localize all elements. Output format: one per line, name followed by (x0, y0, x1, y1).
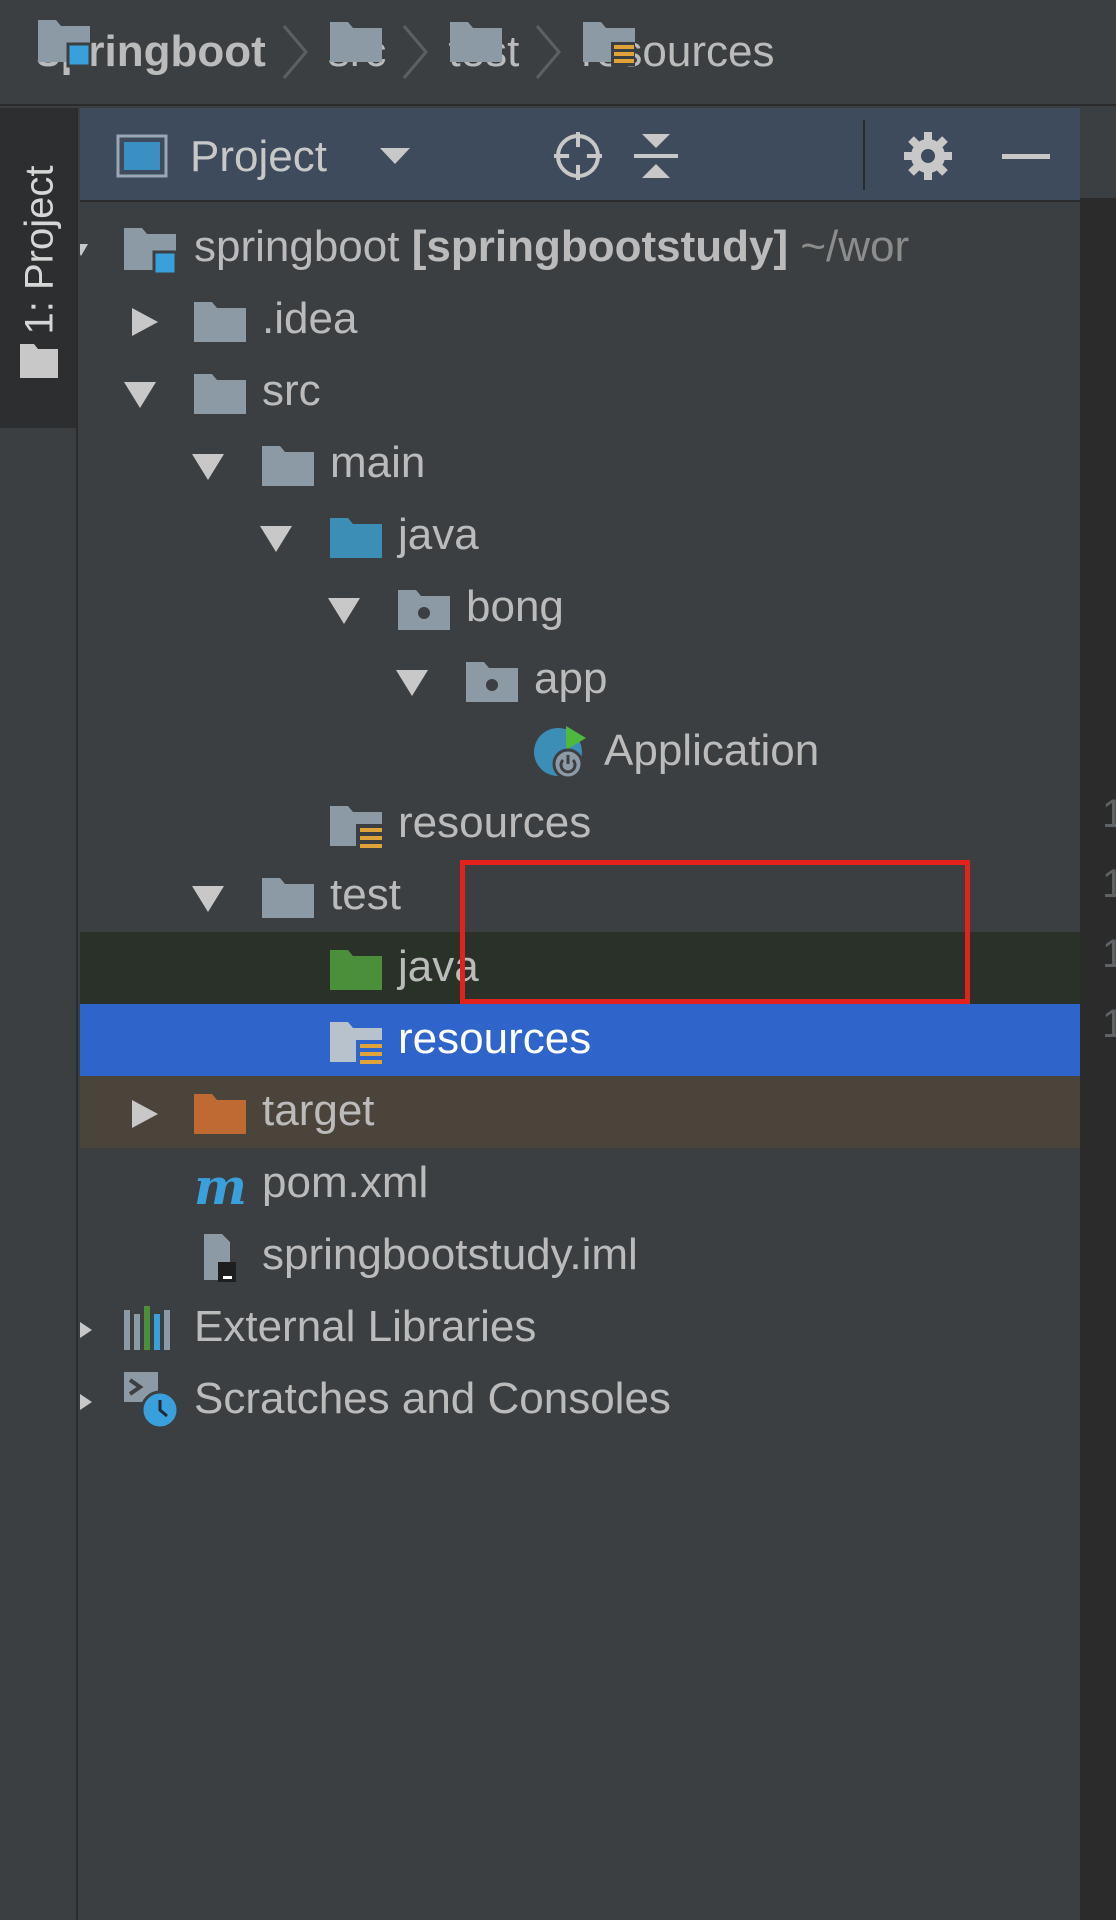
tree-node-label: resources (398, 1014, 592, 1063)
project-tree: springboot [springbootstudy] ~/wor .idea… (80, 212, 1080, 1920)
tree-node-iml[interactable]: springbootstudy.iml (80, 1220, 1080, 1292)
expanded-arrow-icon (396, 670, 428, 696)
tree-node-label: test (330, 870, 401, 919)
folder-icon (450, 22, 503, 62)
expanded-arrow-icon (124, 382, 156, 408)
line-number: 1 (1102, 862, 1116, 906)
tree-node-label: .idea (262, 294, 358, 343)
expanded-arrow-icon (80, 244, 88, 256)
module-folder-icon (38, 20, 92, 68)
folder-icon (20, 344, 58, 378)
source-folder-icon (330, 518, 382, 558)
libraries-icon (124, 1306, 170, 1350)
tree-node-label: resources (398, 798, 592, 847)
svg-text:m: m (194, 1160, 247, 1212)
folder-icon (262, 446, 314, 486)
excluded-folder-icon (194, 1094, 246, 1134)
module-project-name: [springbootstudy] (411, 222, 789, 271)
project-view-icon (116, 134, 168, 178)
scratches-icon (124, 1372, 180, 1430)
tree-node-label: bong (466, 582, 564, 631)
tree-node-src[interactable]: src (80, 356, 1080, 428)
tree-node-scratches[interactable]: Scratches and Consoles (80, 1364, 1080, 1436)
expanded-arrow-icon (260, 526, 292, 552)
breadcrumb-item-resources[interactable]: resources (581, 22, 775, 77)
tree-node-label: springbootstudy.iml (262, 1230, 638, 1279)
breadcrumb-item-test[interactable]: test (448, 22, 519, 77)
editor-tab-strip (1080, 108, 1116, 198)
view-selector-label[interactable]: Project (190, 132, 327, 182)
tree-node-label: External Libraries (194, 1302, 537, 1351)
project-tool-tab-label: 1: Project (17, 165, 62, 335)
breadcrumb: springboot src test resources (0, 0, 1116, 106)
tree-node-external-libraries[interactable]: External Libraries (80, 1292, 1080, 1364)
tree-node-label: java (398, 510, 479, 559)
tree-node-target[interactable]: target (80, 1076, 1080, 1148)
resources-folder-icon (583, 22, 636, 66)
highlight-box (460, 860, 970, 1004)
tree-node-main[interactable]: main (80, 428, 1080, 500)
breadcrumb-separator-icon (403, 25, 429, 79)
tree-node-label: app (534, 654, 608, 703)
breadcrumb-separator-icon (536, 25, 562, 79)
collapsed-arrow-icon (80, 1322, 92, 1338)
package-icon (466, 662, 518, 702)
module-name: springboot (194, 222, 400, 271)
test-resources-folder-icon (330, 1022, 384, 1068)
tree-node-label: target (262, 1086, 375, 1135)
tree-node-test-resources[interactable]: resources (80, 1004, 1080, 1076)
tree-node-main-java[interactable]: java (80, 500, 1080, 572)
collapse-all-icon[interactable] (630, 130, 682, 182)
folder-icon (329, 22, 382, 62)
gear-icon[interactable] (902, 130, 954, 182)
project-panel-header: Project (80, 108, 1080, 202)
tree-node-app[interactable]: app (80, 644, 1080, 716)
tree-node-label: springboot [springbootstudy] ~/wor (194, 222, 909, 272)
collapsed-arrow-icon (132, 308, 158, 336)
tree-node-label: Application (604, 726, 820, 775)
tree-node-label: Scratches and Consoles (194, 1374, 671, 1423)
module-folder-icon (124, 228, 178, 276)
folder-icon (194, 302, 246, 342)
breadcrumb-item-src[interactable]: src (328, 22, 386, 77)
expanded-arrow-icon (192, 454, 224, 480)
chevron-down-icon[interactable] (378, 146, 412, 166)
tree-node-main-resources[interactable]: resources (80, 788, 1080, 860)
expanded-arrow-icon (328, 598, 360, 624)
locate-icon[interactable] (552, 130, 604, 182)
folder-icon (262, 878, 314, 918)
toolbar-divider (863, 120, 865, 190)
line-number: 1 (1102, 1002, 1116, 1046)
line-number: 1 (1102, 932, 1116, 976)
resources-folder-icon (330, 806, 384, 852)
tree-node-label: main (330, 438, 426, 487)
tree-node-idea[interactable]: .idea (80, 284, 1080, 356)
tree-node-bong[interactable]: bong (80, 572, 1080, 644)
tree-node-label: pom.xml (262, 1158, 429, 1207)
package-icon (398, 590, 450, 630)
minimize-icon[interactable] (1000, 130, 1052, 182)
line-number: 1 (1102, 792, 1116, 836)
tree-node-label: src (262, 366, 321, 415)
test-source-folder-icon (330, 950, 382, 990)
folder-icon (194, 374, 246, 414)
collapsed-arrow-icon (132, 1100, 158, 1128)
module-path: ~/wor (800, 222, 910, 271)
maven-icon: m (194, 1160, 247, 1212)
tree-node-root-module[interactable]: springboot [springbootstudy] ~/wor (80, 212, 1080, 284)
module-file-icon (204, 1234, 236, 1282)
expanded-arrow-icon (192, 886, 224, 912)
breadcrumb-item-springboot[interactable]: springboot (36, 20, 266, 77)
tree-node-pom[interactable]: m pom.xml (80, 1148, 1080, 1220)
spring-boot-class-icon (534, 726, 586, 780)
tree-node-application[interactable]: Application (80, 716, 1080, 788)
breadcrumb-separator-icon (282, 25, 308, 79)
collapsed-arrow-icon (80, 1394, 92, 1410)
